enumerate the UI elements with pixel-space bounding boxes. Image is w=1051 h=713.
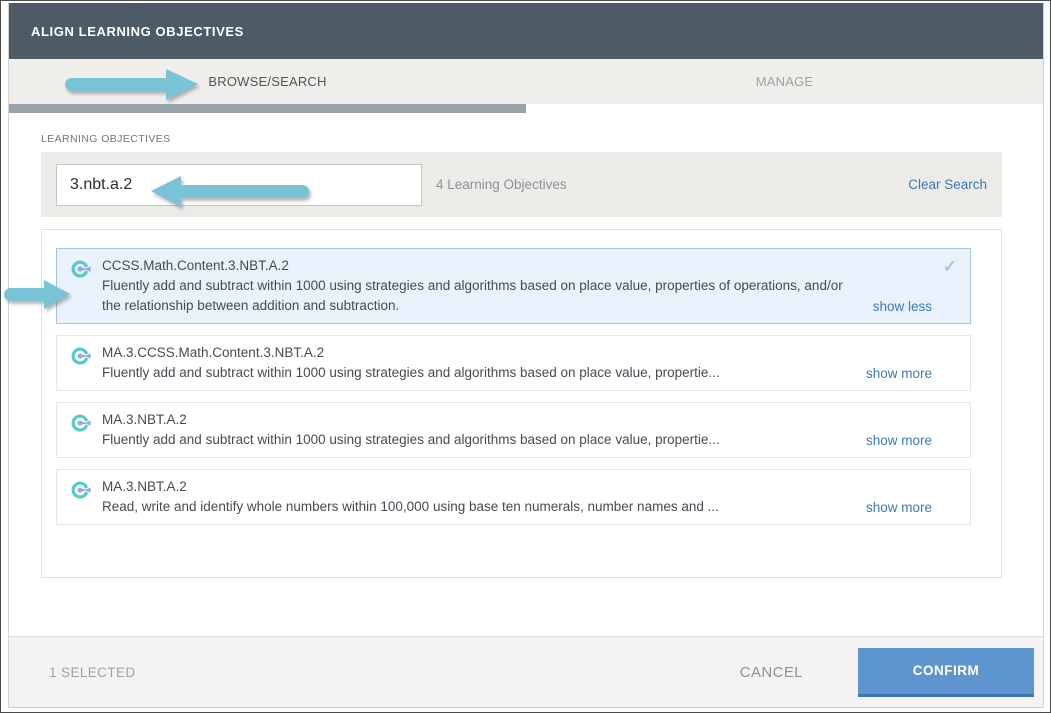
page: ALIGN LEARNING OBJECTIVES BROWSE/SEARCH …	[0, 0, 1051, 713]
objective-text: CCSS.Math.Content.3.NBT.A.2 Fluently add…	[102, 256, 863, 316]
dialog-header: ALIGN LEARNING OBJECTIVES	[9, 3, 1043, 59]
objectives-list: CCSS.Math.Content.3.NBT.A.2 Fluently add…	[41, 229, 1002, 578]
objective-code: MA.3.CCSS.Math.Content.3.NBT.A.2	[102, 343, 856, 363]
annotation-arrow-tab-icon	[65, 69, 198, 100]
active-tab-indicator	[9, 104, 526, 113]
objective-list-item[interactable]: MA.3.NBT.A.2 Fluently add and subtract w…	[56, 402, 971, 458]
objective-description: Fluently add and subtract within 1000 us…	[102, 363, 856, 383]
objective-code: MA.3.NBT.A.2	[102, 410, 856, 430]
align-learning-objectives-dialog: ALIGN LEARNING OBJECTIVES BROWSE/SEARCH …	[8, 3, 1044, 708]
learning-objective-icon	[70, 480, 93, 503]
learning-objective-icon	[70, 413, 93, 436]
selected-count: 1 SELECTED	[49, 665, 136, 680]
objective-code: CCSS.Math.Content.3.NBT.A.2	[102, 256, 863, 276]
tab-manage[interactable]: MANAGE	[526, 59, 1043, 104]
show-less-link[interactable]: show less	[873, 299, 932, 314]
objective-description: Fluently add and subtract within 1000 us…	[102, 430, 856, 450]
objective-code: MA.3.NBT.A.2	[102, 477, 856, 497]
cancel-button[interactable]: CANCEL	[740, 664, 803, 681]
learning-objectives-label: LEARNING OBJECTIVES	[41, 133, 1043, 145]
results-count: 4 Learning Objectives	[436, 177, 567, 192]
annotation-arrow-search-icon	[151, 176, 309, 207]
show-more-link[interactable]: show more	[866, 433, 932, 448]
dialog-title: ALIGN LEARNING OBJECTIVES	[31, 24, 244, 39]
objective-description: Fluently add and subtract within 1000 us…	[102, 276, 863, 316]
show-more-link[interactable]: show more	[866, 366, 932, 381]
clear-search-link[interactable]: Clear Search	[908, 177, 987, 192]
selected-check-icon: ✓	[943, 257, 957, 277]
objective-text: MA.3.CCSS.Math.Content.3.NBT.A.2 Fluentl…	[102, 343, 856, 383]
learning-objective-icon	[70, 346, 93, 369]
objective-text: MA.3.NBT.A.2 Read, write and identify wh…	[102, 477, 856, 517]
objective-text: MA.3.NBT.A.2 Fluently add and subtract w…	[102, 410, 856, 450]
show-more-link[interactable]: show more	[866, 500, 932, 515]
objective-list-item[interactable]: MA.3.NBT.A.2 Read, write and identify wh…	[56, 469, 971, 525]
objective-list-item[interactable]: MA.3.CCSS.Math.Content.3.NBT.A.2 Fluentl…	[56, 335, 971, 391]
objective-list-item[interactable]: CCSS.Math.Content.3.NBT.A.2 Fluently add…	[56, 248, 971, 324]
annotation-arrow-item-icon	[4, 280, 70, 309]
confirm-button[interactable]: CONFIRM	[858, 648, 1034, 697]
objective-description: Read, write and identify whole numbers w…	[102, 497, 856, 517]
learning-objective-icon	[70, 259, 93, 282]
dialog-footer: 1 SELECTED CANCEL CONFIRM	[9, 636, 1043, 707]
